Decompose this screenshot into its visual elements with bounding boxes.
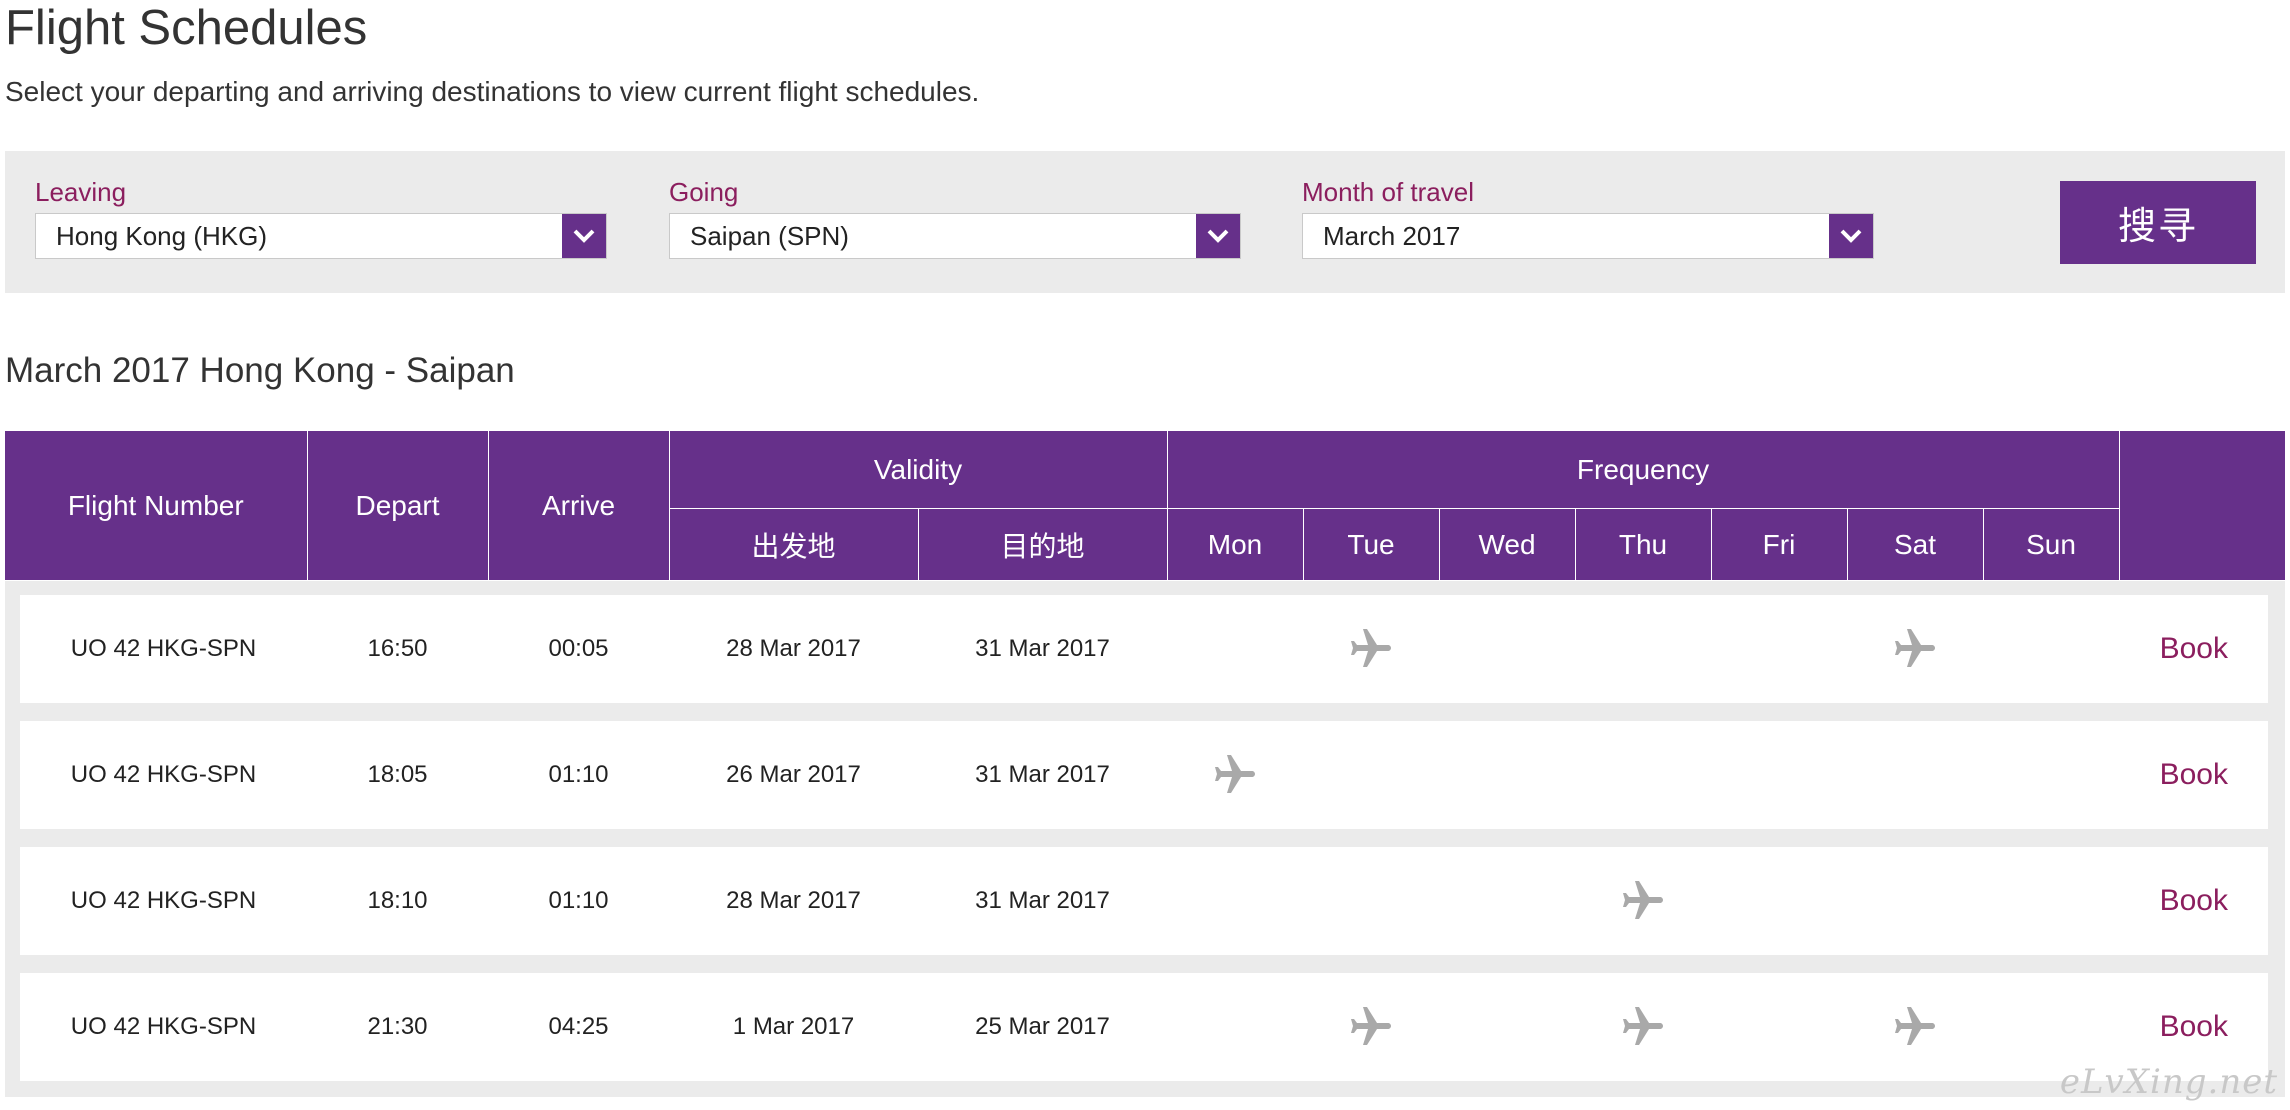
month-select-value: March 2017	[1323, 221, 1461, 251]
depart-cell: 16:50	[367, 635, 428, 662]
leaving-field: Leaving Hong Kong (HKG)	[35, 175, 607, 259]
airplane-icon	[1619, 877, 1667, 925]
frequency-cell-tue	[1303, 847, 1439, 955]
going-label: Going	[669, 177, 739, 207]
page-subtitle: Select your departing and arriving desti…	[5, 76, 980, 107]
going-field: Going Saipan (SPN)	[669, 175, 1241, 259]
airplane-icon	[1211, 751, 1259, 799]
frequency-cell-thu	[1575, 721, 1711, 829]
airplane-icon	[1347, 1003, 1395, 1051]
book-link[interactable]: Book	[2160, 847, 2228, 955]
table-row: UO 42 HKG-SPN 18:10 01:10 28 Mar 2017 31…	[20, 847, 2268, 955]
going-select-value: Saipan (SPN)	[690, 221, 849, 251]
header-validity-from: 出发地	[669, 508, 919, 581]
month-label: Month of travel	[1302, 177, 1474, 207]
header-validity: Validity	[668, 431, 1168, 509]
leaving-select[interactable]: Hong Kong (HKG)	[35, 213, 607, 259]
header-day-sun: Sun	[1982, 508, 2120, 581]
airplane-icon	[1619, 1003, 1667, 1051]
frequency-cell-sat	[1847, 721, 1983, 829]
frequency-cell-sun	[1983, 595, 2119, 703]
arrive-cell: 04:25	[548, 1013, 609, 1040]
book-link[interactable]: Book	[2160, 721, 2228, 829]
leaving-label: Leaving	[35, 177, 127, 207]
flight-number-cell: UO 42 HKG-SPN	[70, 1013, 257, 1040]
header-arrive: Arrive	[487, 431, 670, 581]
header-day-sat: Sat	[1846, 508, 1984, 581]
validity-from-cell: 1 Mar 2017	[732, 1013, 855, 1040]
frequency-cell-thu	[1575, 847, 1711, 955]
frequency-cell-sun	[1983, 721, 2119, 829]
frequency-cell-tue	[1303, 721, 1439, 829]
flight-number-cell: UO 42 HKG-SPN	[70, 887, 257, 914]
frequency-cell-sat	[1847, 595, 1983, 703]
leaving-select-value: Hong Kong (HKG)	[56, 221, 267, 251]
header-frequency: Frequency	[1166, 431, 2120, 509]
frequency-cell-wed	[1439, 595, 1575, 703]
arrive-cell: 01:10	[548, 761, 609, 788]
frequency-cell-thu	[1575, 973, 1711, 1081]
going-select[interactable]: Saipan (SPN)	[669, 213, 1241, 259]
month-field: Month of travel March 2017	[1302, 175, 1874, 259]
arrive-cell: 00:05	[548, 635, 609, 662]
frequency-cell-fri	[1711, 847, 1847, 955]
watermark: eLvXing.net	[2059, 1062, 2278, 1102]
airplane-icon	[1347, 625, 1395, 673]
frequency-cell-wed	[1439, 721, 1575, 829]
search-button[interactable]: 搜寻	[2060, 181, 2256, 264]
frequency-cell-mon	[1167, 847, 1303, 955]
header-day-fri: Fri	[1710, 508, 1848, 581]
chevron-down-icon[interactable]	[562, 214, 606, 258]
table-row: UO 42 HKG-SPN 16:50 00:05 28 Mar 2017 31…	[20, 595, 2268, 703]
month-select[interactable]: March 2017	[1302, 213, 1874, 259]
table-row: UO 42 HKG-SPN 21:30 04:25 1 Mar 2017 25 …	[20, 973, 2268, 1081]
search-panel: Leaving Hong Kong (HKG) Going Saipan (SP…	[5, 151, 2285, 293]
schedule-table: Flight Number Depart Arrive Validity Fre…	[5, 431, 2286, 1097]
airplane-icon	[1891, 625, 1939, 673]
depart-cell: 18:05	[367, 761, 428, 788]
chevron-down-icon[interactable]	[1829, 214, 1873, 258]
frequency-cell-fri	[1711, 973, 1847, 1081]
frequency-cell-wed	[1439, 973, 1575, 1081]
book-link[interactable]: Book	[2160, 595, 2228, 703]
validity-from-cell: 28 Mar 2017	[726, 887, 861, 914]
flight-number-cell: UO 42 HKG-SPN	[70, 635, 257, 662]
validity-to-cell: 25 Mar 2017	[975, 1013, 1110, 1040]
page-title: Flight Schedules	[5, 1, 368, 55]
frequency-cell-sat	[1847, 847, 1983, 955]
flight-number-cell: UO 42 HKG-SPN	[70, 761, 257, 788]
frequency-cell-fri	[1711, 595, 1847, 703]
chevron-down-icon[interactable]	[1196, 214, 1240, 258]
depart-cell: 21:30	[367, 1013, 428, 1040]
frequency-cell-sun	[1983, 847, 2119, 955]
header-day-thu: Thu	[1574, 508, 1712, 581]
header-day-mon: Mon	[1166, 508, 1304, 581]
validity-from-cell: 26 Mar 2017	[726, 761, 861, 788]
validity-to-cell: 31 Mar 2017	[975, 761, 1110, 788]
header-book	[2118, 431, 2286, 581]
depart-cell: 18:10	[367, 887, 428, 914]
validity-from-cell: 28 Mar 2017	[726, 635, 861, 662]
frequency-cell-fri	[1711, 721, 1847, 829]
schedule-table-header: Flight Number Depart Arrive Validity Fre…	[5, 431, 2286, 581]
header-day-wed: Wed	[1438, 508, 1576, 581]
frequency-cell-tue	[1303, 973, 1439, 1081]
header-day-tue: Tue	[1302, 508, 1440, 581]
header-flight-number: Flight Number	[5, 431, 308, 581]
validity-to-cell: 31 Mar 2017	[975, 887, 1110, 914]
results-heading: March 2017 Hong Kong - Saipan	[5, 351, 515, 390]
header-validity-to: 目的地	[917, 508, 1168, 581]
frequency-cell-thu	[1575, 595, 1711, 703]
frequency-cell-wed	[1439, 847, 1575, 955]
validity-to-cell: 31 Mar 2017	[975, 635, 1110, 662]
frequency-cell-mon	[1167, 973, 1303, 1081]
arrive-cell: 01:10	[548, 887, 609, 914]
frequency-cell-mon	[1167, 595, 1303, 703]
frequency-cell-tue	[1303, 595, 1439, 703]
frequency-cell-sat	[1847, 973, 1983, 1081]
table-row: UO 42 HKG-SPN 18:05 01:10 26 Mar 2017 31…	[20, 721, 2268, 829]
airplane-icon	[1891, 1003, 1939, 1051]
frequency-cell-mon	[1167, 721, 1303, 829]
header-depart: Depart	[306, 431, 489, 581]
